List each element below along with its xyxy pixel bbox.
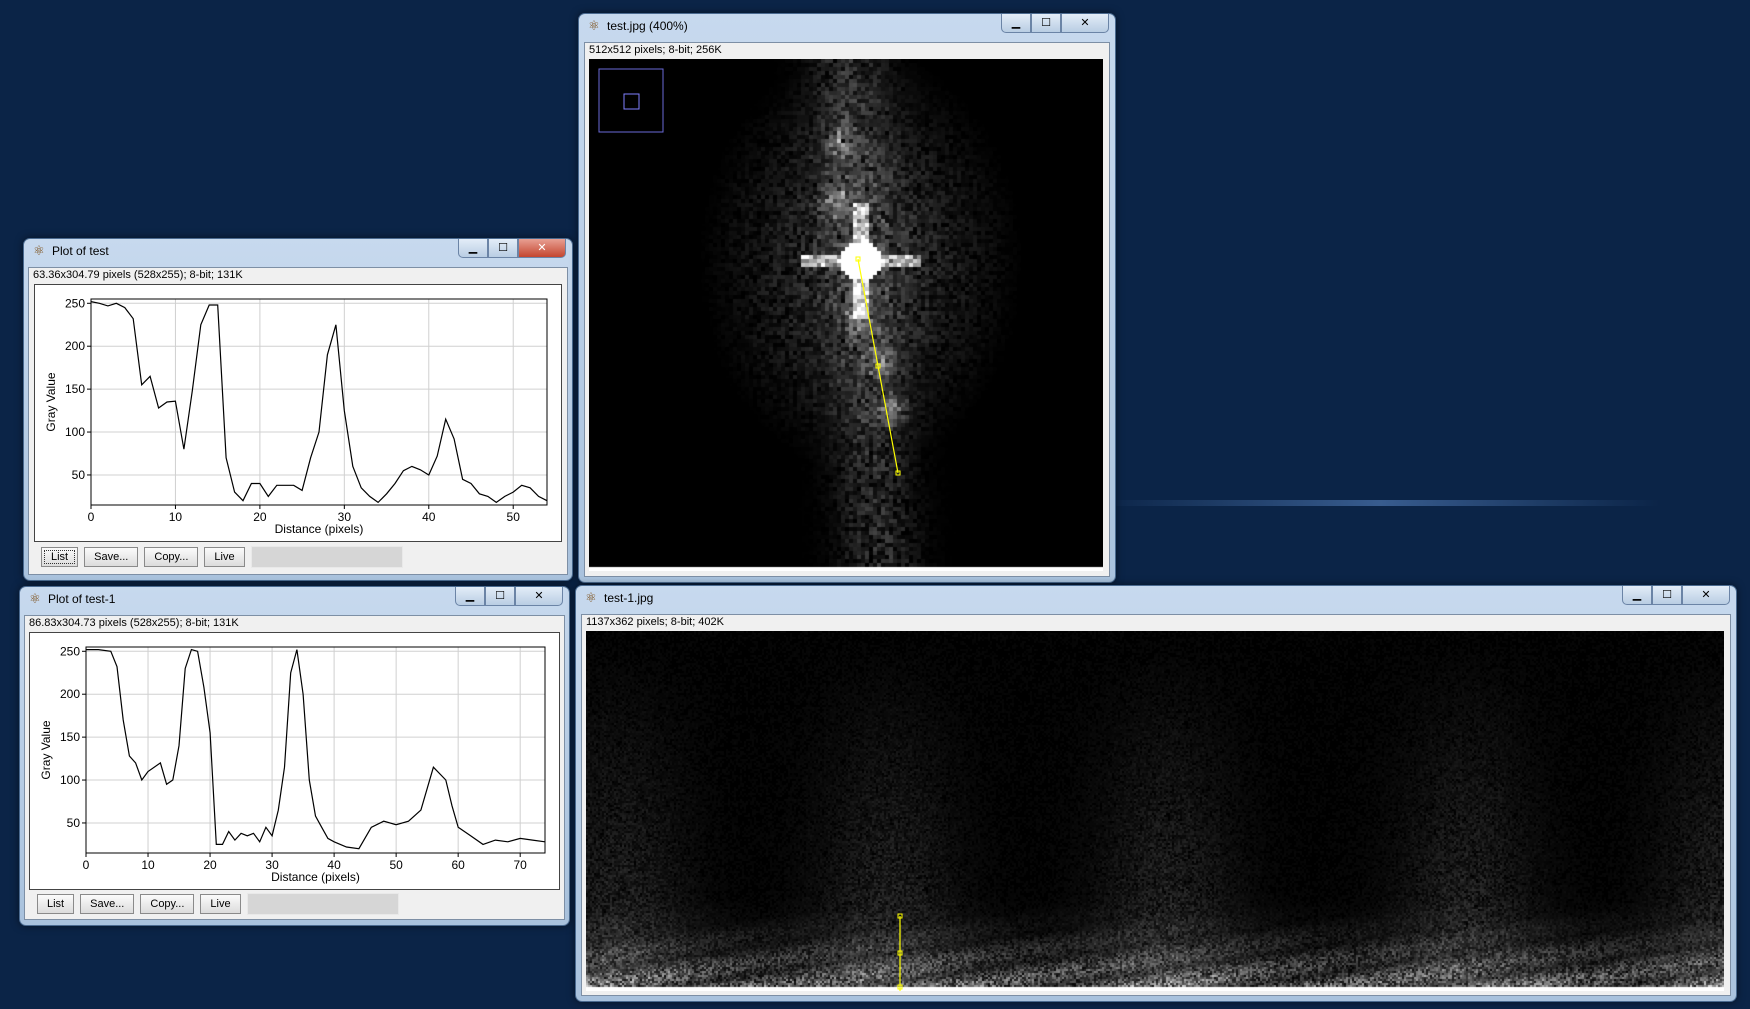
title-bar[interactable]: ⚛ test-1.jpg ▁ ☐ ✕	[576, 586, 1736, 612]
window-title: Plot of test	[52, 244, 109, 258]
y-tick-label: 100	[60, 773, 80, 787]
plot-of-test-window[interactable]: ⚛ Plot of test ▁ ☐ ✕ 63.36x304.79 pixels…	[23, 238, 573, 581]
x-tick-label: 10	[169, 510, 183, 524]
copy-button[interactable]: Copy...	[144, 547, 199, 567]
test-jpg-window[interactable]: ⚛ test.jpg (400%) ▁ ☐ ✕ 512x512 pixels; …	[578, 13, 1116, 583]
title-bar[interactable]: ⚛ Plot of test-1 ▁ ☐ ✕	[20, 587, 569, 613]
live-button[interactable]: Live	[204, 547, 245, 567]
plot-panel: 63.36x304.79 pixels (528x255); 8-bit; 13…	[28, 267, 568, 575]
y-tick-label: 250	[65, 296, 85, 310]
y-tick-label: 200	[65, 339, 85, 353]
window-title: test-1.jpg	[604, 591, 654, 605]
line-selection[interactable]	[857, 258, 899, 474]
save-button[interactable]: Save...	[80, 894, 135, 914]
x-tick-label: 10	[141, 858, 155, 872]
x-tick-label: 20	[253, 510, 267, 524]
maximize-button[interactable]: ☐	[1031, 14, 1061, 33]
microscope-icon: ⚛	[588, 19, 600, 34]
close-button[interactable]: ✕	[1061, 14, 1109, 33]
maximize-button[interactable]: ☐	[488, 239, 518, 258]
image-info: 63.36x304.79 pixels (528x255); 8-bit; 13…	[33, 269, 243, 281]
x-tick-label: 0	[88, 510, 95, 524]
image-info: 1137x362 pixels; 8-bit; 402K	[586, 616, 724, 628]
microscope-icon: ⚛	[29, 592, 41, 607]
minimize-button[interactable]: ▁	[1001, 14, 1031, 33]
image-info: 86.83x304.73 pixels (528x255); 8-bit; 13…	[29, 617, 239, 629]
list-button[interactable]: List	[41, 547, 79, 567]
y-tick-label: 50	[72, 468, 86, 482]
title-bar[interactable]: ⚛ test.jpg (400%) ▁ ☐ ✕	[579, 14, 1115, 40]
title-bar[interactable]: ⚛ Plot of test ▁ ☐ ✕	[24, 239, 572, 265]
window-title: Plot of test-1	[48, 592, 116, 606]
profile-plot-chart: 0 10 20 30 40 5050100150200250Distance (pixel…	[44, 296, 548, 536]
minimize-button[interactable]: ▁	[458, 239, 488, 258]
desktop-highlight	[1100, 500, 1660, 506]
plot-panel: 86.83x304.73 pixels (528x255); 8-bit; 13…	[24, 615, 565, 920]
x-tick-label: 50	[389, 858, 403, 872]
y-tick-label: 200	[60, 687, 80, 701]
plot-axes-frame	[85, 646, 546, 854]
y-tick-label: 250	[60, 644, 80, 658]
x-axis-label: Distance (pixels)	[271, 870, 360, 884]
x-tick-label: 50	[507, 510, 521, 524]
y-tick-label: 150	[65, 382, 85, 396]
x-tick-label: 20	[203, 858, 217, 872]
microscope-icon: ⚛	[33, 244, 45, 259]
y-tick-label: 150	[60, 730, 80, 744]
image-panel: 1137x362 pixels; 8-bit; 402K	[581, 614, 1731, 996]
x-tick-label: 0	[83, 858, 90, 872]
fft-image-canvas[interactable]	[589, 59, 1103, 571]
minimize-button[interactable]: ▁	[455, 587, 485, 606]
status-field	[250, 546, 403, 568]
y-axis-label: Gray Value	[39, 720, 53, 779]
y-axis-label: Gray Value	[44, 372, 58, 431]
maximize-button[interactable]: ☐	[1652, 586, 1682, 605]
profile-plot-chart: 0 10 20 30 40 50 60 7050100150200250Distance (p…	[39, 644, 546, 884]
window-title: test.jpg (400%)	[607, 19, 688, 33]
plot-of-test-1-window[interactable]: ⚛ Plot of test-1 ▁ ☐ ✕ 86.83x304.73 pixe…	[19, 586, 570, 926]
profile-line	[90, 301, 548, 504]
overlay-layer	[897, 913, 903, 991]
live-button[interactable]: Live	[200, 894, 241, 914]
close-button[interactable]: ✕	[518, 239, 566, 258]
x-tick-label: 40	[422, 510, 436, 524]
x-tick-label: 60	[451, 858, 465, 872]
image-info: 512x512 pixels; 8-bit; 256K	[589, 44, 722, 56]
copy-button[interactable]: Copy...	[140, 894, 195, 914]
status-field	[246, 893, 399, 915]
y-tick-label: 100	[65, 425, 85, 439]
save-button[interactable]: Save...	[84, 547, 139, 567]
minimize-button[interactable]: ▁	[1622, 586, 1652, 605]
navigator-rect[interactable]	[598, 68, 664, 133]
plot-axes-frame	[90, 298, 548, 506]
close-button[interactable]: ✕	[1682, 586, 1730, 605]
plot-frame: 0 10 20 30 40 50 60 70 50 100 150 200 250 Distance (p…	[29, 632, 560, 890]
x-tick-label: 70	[514, 858, 528, 872]
close-button[interactable]: ✕	[515, 587, 563, 606]
image-panel: 512x512 pixels; 8-bit; 256K	[584, 42, 1110, 577]
microscope-icon: ⚛	[585, 591, 597, 606]
list-button[interactable]: List	[37, 894, 75, 914]
stripe-image-canvas[interactable]	[586, 631, 1724, 991]
maximize-button[interactable]: ☐	[485, 587, 515, 606]
navigator-view-rect	[623, 93, 640, 110]
plot-frame: 0 10 20 30 40 50 50 100 150 200 250 Distance (pixel…	[34, 284, 562, 542]
y-tick-label: 50	[67, 816, 81, 830]
test-1-jpg-window[interactable]: ⚛ test-1.jpg ▁ ☐ ✕ 1137x362 pixels; 8-bi…	[575, 585, 1737, 1002]
overlay-layer	[598, 68, 901, 476]
x-axis-label: Distance (pixels)	[275, 522, 364, 536]
profile-line	[86, 648, 546, 850]
